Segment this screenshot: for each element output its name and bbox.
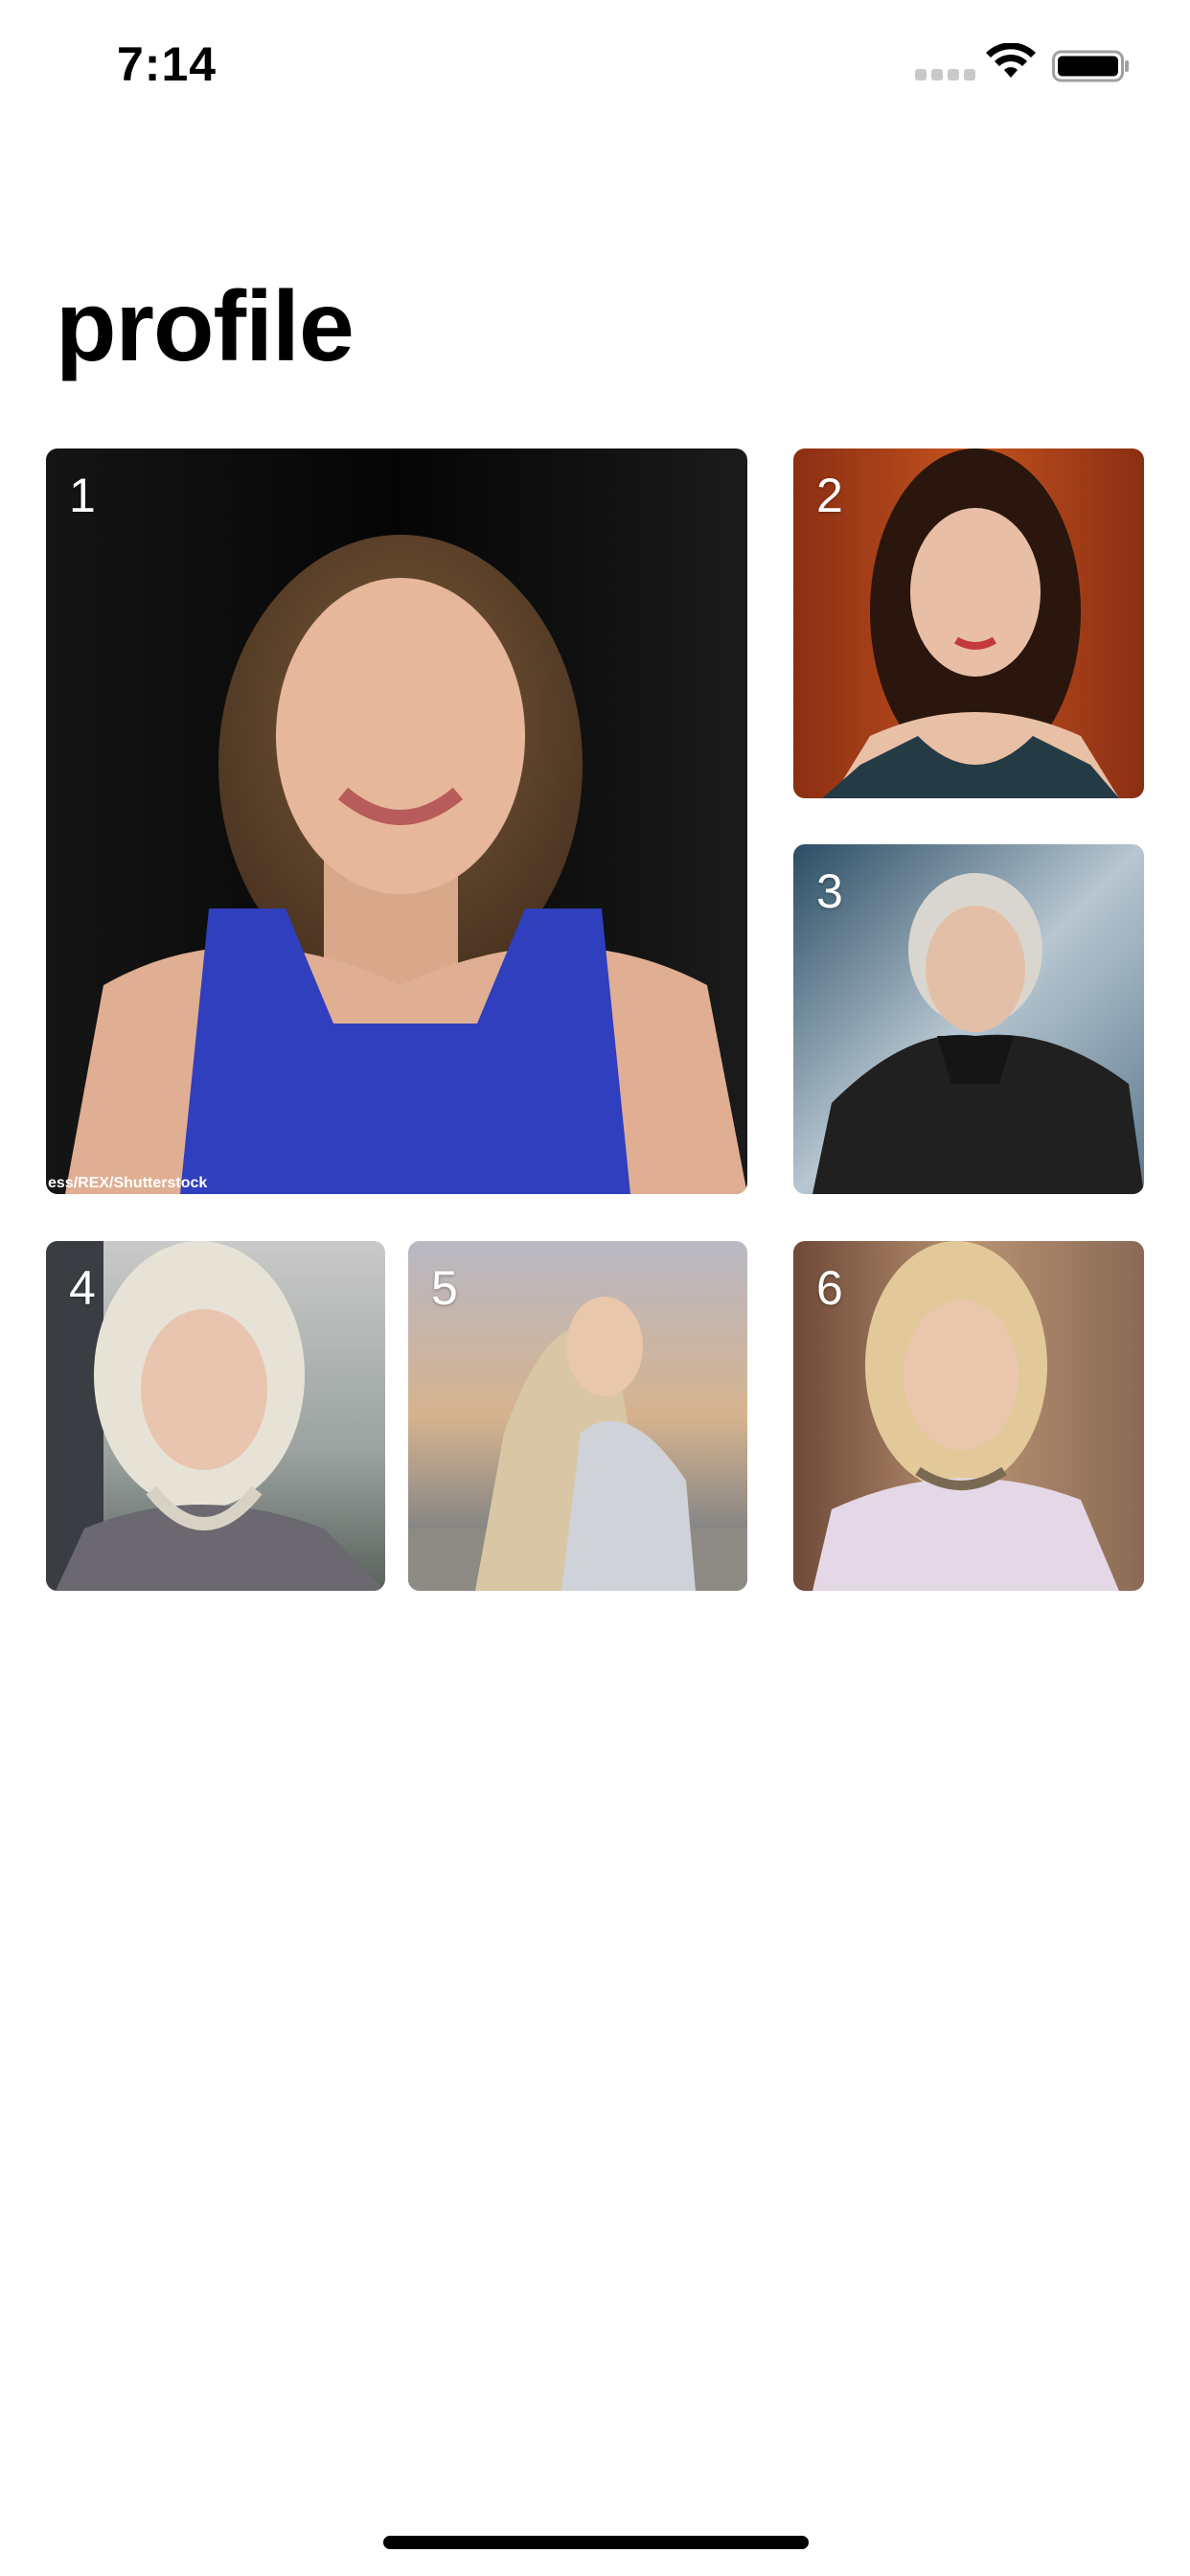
photo-number-6: 6: [816, 1261, 843, 1315]
photo-number-2: 2: [816, 469, 843, 522]
status-time: 7:14: [117, 37, 217, 91]
photo-tile-3[interactable]: 3: [793, 844, 1144, 1194]
photo-number-5: 5: [431, 1261, 458, 1315]
photo-tile-6[interactable]: 6: [793, 1241, 1144, 1591]
photo-2-image: [793, 448, 1144, 798]
battery-icon: [1052, 50, 1129, 82]
photo-credit: ess/REX/Shutterstock: [48, 1175, 208, 1191]
photo-tile-1[interactable]: 1 ess/REX/Shutterstock: [46, 448, 747, 1194]
photo-tile-2[interactable]: 2: [793, 448, 1144, 798]
photo-1-image: [46, 448, 747, 1194]
photo-number-1: 1: [69, 469, 96, 522]
photo-number-3: 3: [816, 864, 843, 918]
photo-5-image: [408, 1241, 747, 1591]
page-title: profile: [56, 271, 355, 382]
photo-6-image: [793, 1241, 1144, 1591]
cellular-signal-icon: [915, 69, 975, 82]
photo-tile-4[interactable]: 4: [46, 1241, 385, 1591]
photo-tile-5[interactable]: 5: [408, 1241, 747, 1591]
profile-screen: 7:14 profile 1 ess/REX/Shutterstock 2 3 …: [0, 0, 1190, 2576]
photo-number-4: 4: [69, 1261, 96, 1315]
home-indicator[interactable]: [383, 2536, 809, 2549]
wifi-icon: [986, 43, 1036, 78]
photo-3-image: [793, 844, 1144, 1194]
photo-4-image: [46, 1241, 385, 1591]
status-bar: 7:14: [0, 0, 1190, 134]
